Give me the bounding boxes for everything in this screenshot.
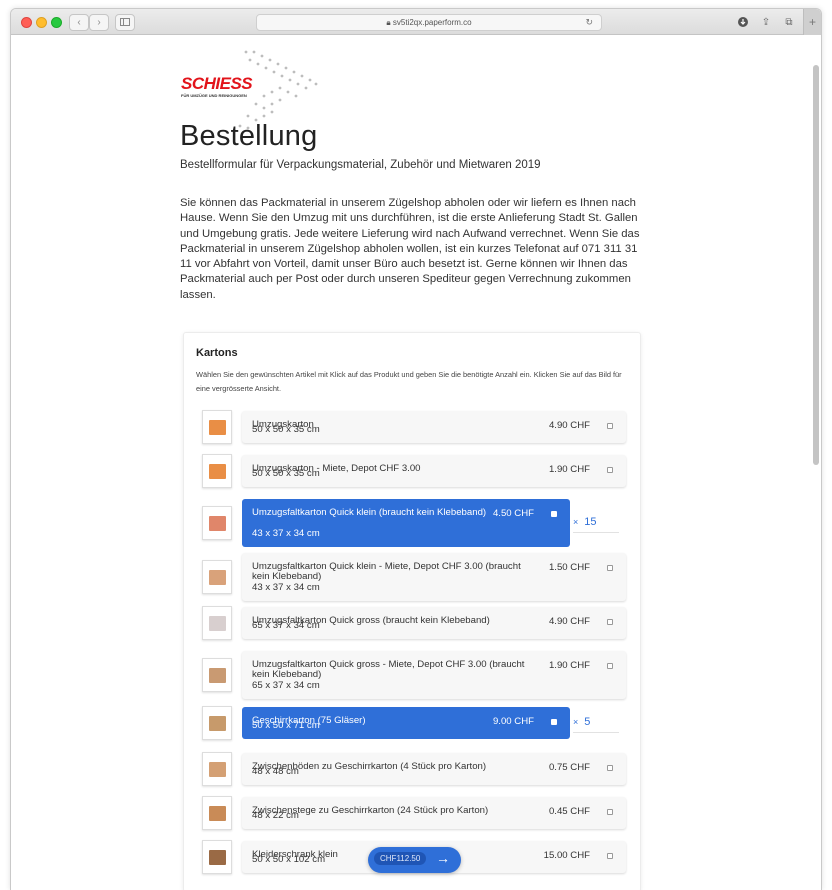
- product-option[interactable]: Umzugsfaltkarton Quick gross (braucht ke…: [242, 607, 626, 639]
- product-option[interactable]: Geschirrkarton (75 Gläser) 50 x 50 x 71 c…: [242, 707, 570, 739]
- product-checkbox[interactable]: [607, 765, 613, 771]
- url-text: sv5ti2qx.paperform.co: [392, 18, 472, 27]
- product-size: 65 x 37 x 34 cm: [252, 680, 320, 691]
- back-button[interactable]: ‹: [69, 14, 89, 31]
- sidebar-icon[interactable]: [115, 14, 135, 31]
- product-price: 0.45 CHF: [548, 806, 590, 817]
- product-option[interactable]: Umzugsfaltkarton Quick klein - Miete, De…: [242, 553, 626, 601]
- forward-button[interactable]: ›: [89, 14, 109, 31]
- product-image[interactable]: [202, 506, 232, 540]
- product-price: 1.50 CHF: [548, 562, 590, 573]
- product-checkbox[interactable]: [551, 719, 557, 725]
- product-size: 48 x 48 cm: [252, 766, 299, 777]
- company-logo: SCHIESS FÜR UMZÜGE UND REINIGUNGEN: [176, 30, 326, 130]
- quantity-value: 5: [584, 716, 591, 728]
- product-checkbox[interactable]: [551, 511, 557, 517]
- product-size: 50 x 50 x 35 cm: [252, 424, 320, 435]
- product-checkbox[interactable]: [607, 853, 613, 859]
- logo-tagline: FÜR UMZÜGE UND REINIGUNGEN: [181, 93, 247, 98]
- product-option[interactable]: Zwischenböden zu Geschirrkarton (4 Stück…: [242, 753, 626, 785]
- quantity-prefix: ×: [573, 717, 579, 727]
- box-icon: [209, 850, 226, 865]
- product-price: 4.50 CHF: [492, 508, 534, 519]
- product-checkbox[interactable]: [607, 565, 613, 571]
- scrollbar[interactable]: [813, 65, 819, 465]
- product-price: 4.90 CHF: [548, 616, 590, 627]
- product-image[interactable]: [202, 752, 232, 786]
- product-image[interactable]: [202, 658, 232, 692]
- product-name: Umzugsfaltkarton Quick klein (braucht ke…: [252, 507, 487, 518]
- quantity-input[interactable]: × 5: [573, 716, 590, 728]
- box-icon: [209, 806, 226, 821]
- product-name: Umzugsfaltkarton Quick gross - Miete, De…: [252, 659, 525, 680]
- product-image[interactable]: [202, 560, 232, 594]
- minimize-window-button[interactable]: [36, 17, 47, 28]
- product-price: 1.90 CHF: [548, 464, 590, 475]
- product-checkbox[interactable]: [607, 809, 613, 815]
- product-price: 9.00 CHF: [492, 716, 534, 727]
- product-size: 48 x 22 cm: [252, 810, 299, 821]
- box-icon: [209, 420, 226, 435]
- product-image[interactable]: [202, 410, 232, 444]
- quantity-prefix: ×: [573, 517, 579, 527]
- total-amount: CHF112.50: [374, 852, 427, 865]
- product-name: Umzugsfaltkarton Quick klein - Miete, De…: [252, 561, 521, 582]
- box-icon: [209, 716, 226, 731]
- logo-wordmark: SCHIESS: [181, 74, 253, 93]
- product-image[interactable]: [202, 706, 232, 740]
- product-checkbox[interactable]: [607, 423, 613, 429]
- box-icon: [209, 516, 226, 531]
- box-icon: [209, 668, 226, 683]
- quantity-value: 15: [584, 516, 597, 528]
- product-checkbox[interactable]: [607, 467, 613, 473]
- close-window-button[interactable]: [21, 17, 32, 28]
- product-size: 50 x 50 x 35 cm: [252, 468, 320, 479]
- downloads-icon[interactable]: [733, 14, 753, 31]
- browser-titlebar: ‹ › 🔒︎ sv5ti2qx.paperform.co ↻ ⇪ ⧉ +: [11, 9, 821, 35]
- product-option[interactable]: Zwischenstege zu Geschirrkarton (24 Stüc…: [242, 797, 626, 829]
- quantity-underline: [573, 532, 619, 533]
- tabs-icon[interactable]: ⧉: [779, 14, 799, 31]
- box-icon: [209, 464, 226, 479]
- order-total-button[interactable]: CHF112.50 →: [368, 847, 461, 873]
- new-tab-button[interactable]: +: [803, 9, 821, 35]
- box-icon: [209, 570, 226, 585]
- box-icon: [209, 762, 226, 777]
- product-option[interactable]: Umzugsfaltkarton Quick gross - Miete, De…: [242, 651, 626, 699]
- product-size: 43 x 37 x 34 cm: [252, 582, 320, 593]
- product-price: 15.00 CHF: [543, 850, 590, 861]
- section-description: Wählen Sie den gewünschten Artikel mit K…: [196, 370, 622, 393]
- product-option[interactable]: Umzugskarton 50 x 50 x 35 cm 4.90 CHF: [242, 411, 626, 443]
- product-image[interactable]: [202, 840, 232, 874]
- product-image[interactable]: [202, 454, 232, 488]
- reload-icon[interactable]: ↻: [585, 15, 593, 30]
- product-image[interactable]: [202, 606, 232, 640]
- product-checkbox[interactable]: [607, 619, 613, 625]
- zoom-window-button[interactable]: [51, 17, 62, 28]
- page-title: Bestellung: [180, 120, 318, 152]
- product-price: 4.90 CHF: [548, 420, 590, 431]
- product-image[interactable]: [202, 796, 232, 830]
- product-size: 50 x 50 x 71 cm: [252, 720, 320, 731]
- product-price: 0.75 CHF: [548, 762, 590, 773]
- arrow-right-icon: →: [436, 850, 450, 866]
- intro-text: Sie können das Packmaterial in unserem Z…: [180, 197, 640, 301]
- address-bar[interactable]: 🔒︎ sv5ti2qx.paperform.co ↻: [256, 14, 602, 31]
- product-option[interactable]: Umzugskarton - Miete, Depot CHF 3.00 50 x…: [242, 455, 626, 487]
- product-price: 1.90 CHF: [548, 660, 590, 671]
- quantity-underline: [573, 732, 619, 733]
- share-icon[interactable]: ⇪: [756, 14, 776, 31]
- product-checkbox[interactable]: [607, 663, 613, 669]
- product-option[interactable]: Umzugsfaltkarton Quick klein (braucht ke…: [242, 499, 570, 547]
- quantity-input[interactable]: × 15: [573, 516, 597, 528]
- page-subtitle: Bestellformular für Verpackungsmaterial,…: [180, 159, 541, 171]
- box-icon: [209, 616, 226, 631]
- product-size: 65 x 37 x 34 cm: [252, 620, 320, 631]
- product-size: 43 x 37 x 34 cm: [252, 528, 320, 539]
- section-title: Kartons: [196, 347, 238, 359]
